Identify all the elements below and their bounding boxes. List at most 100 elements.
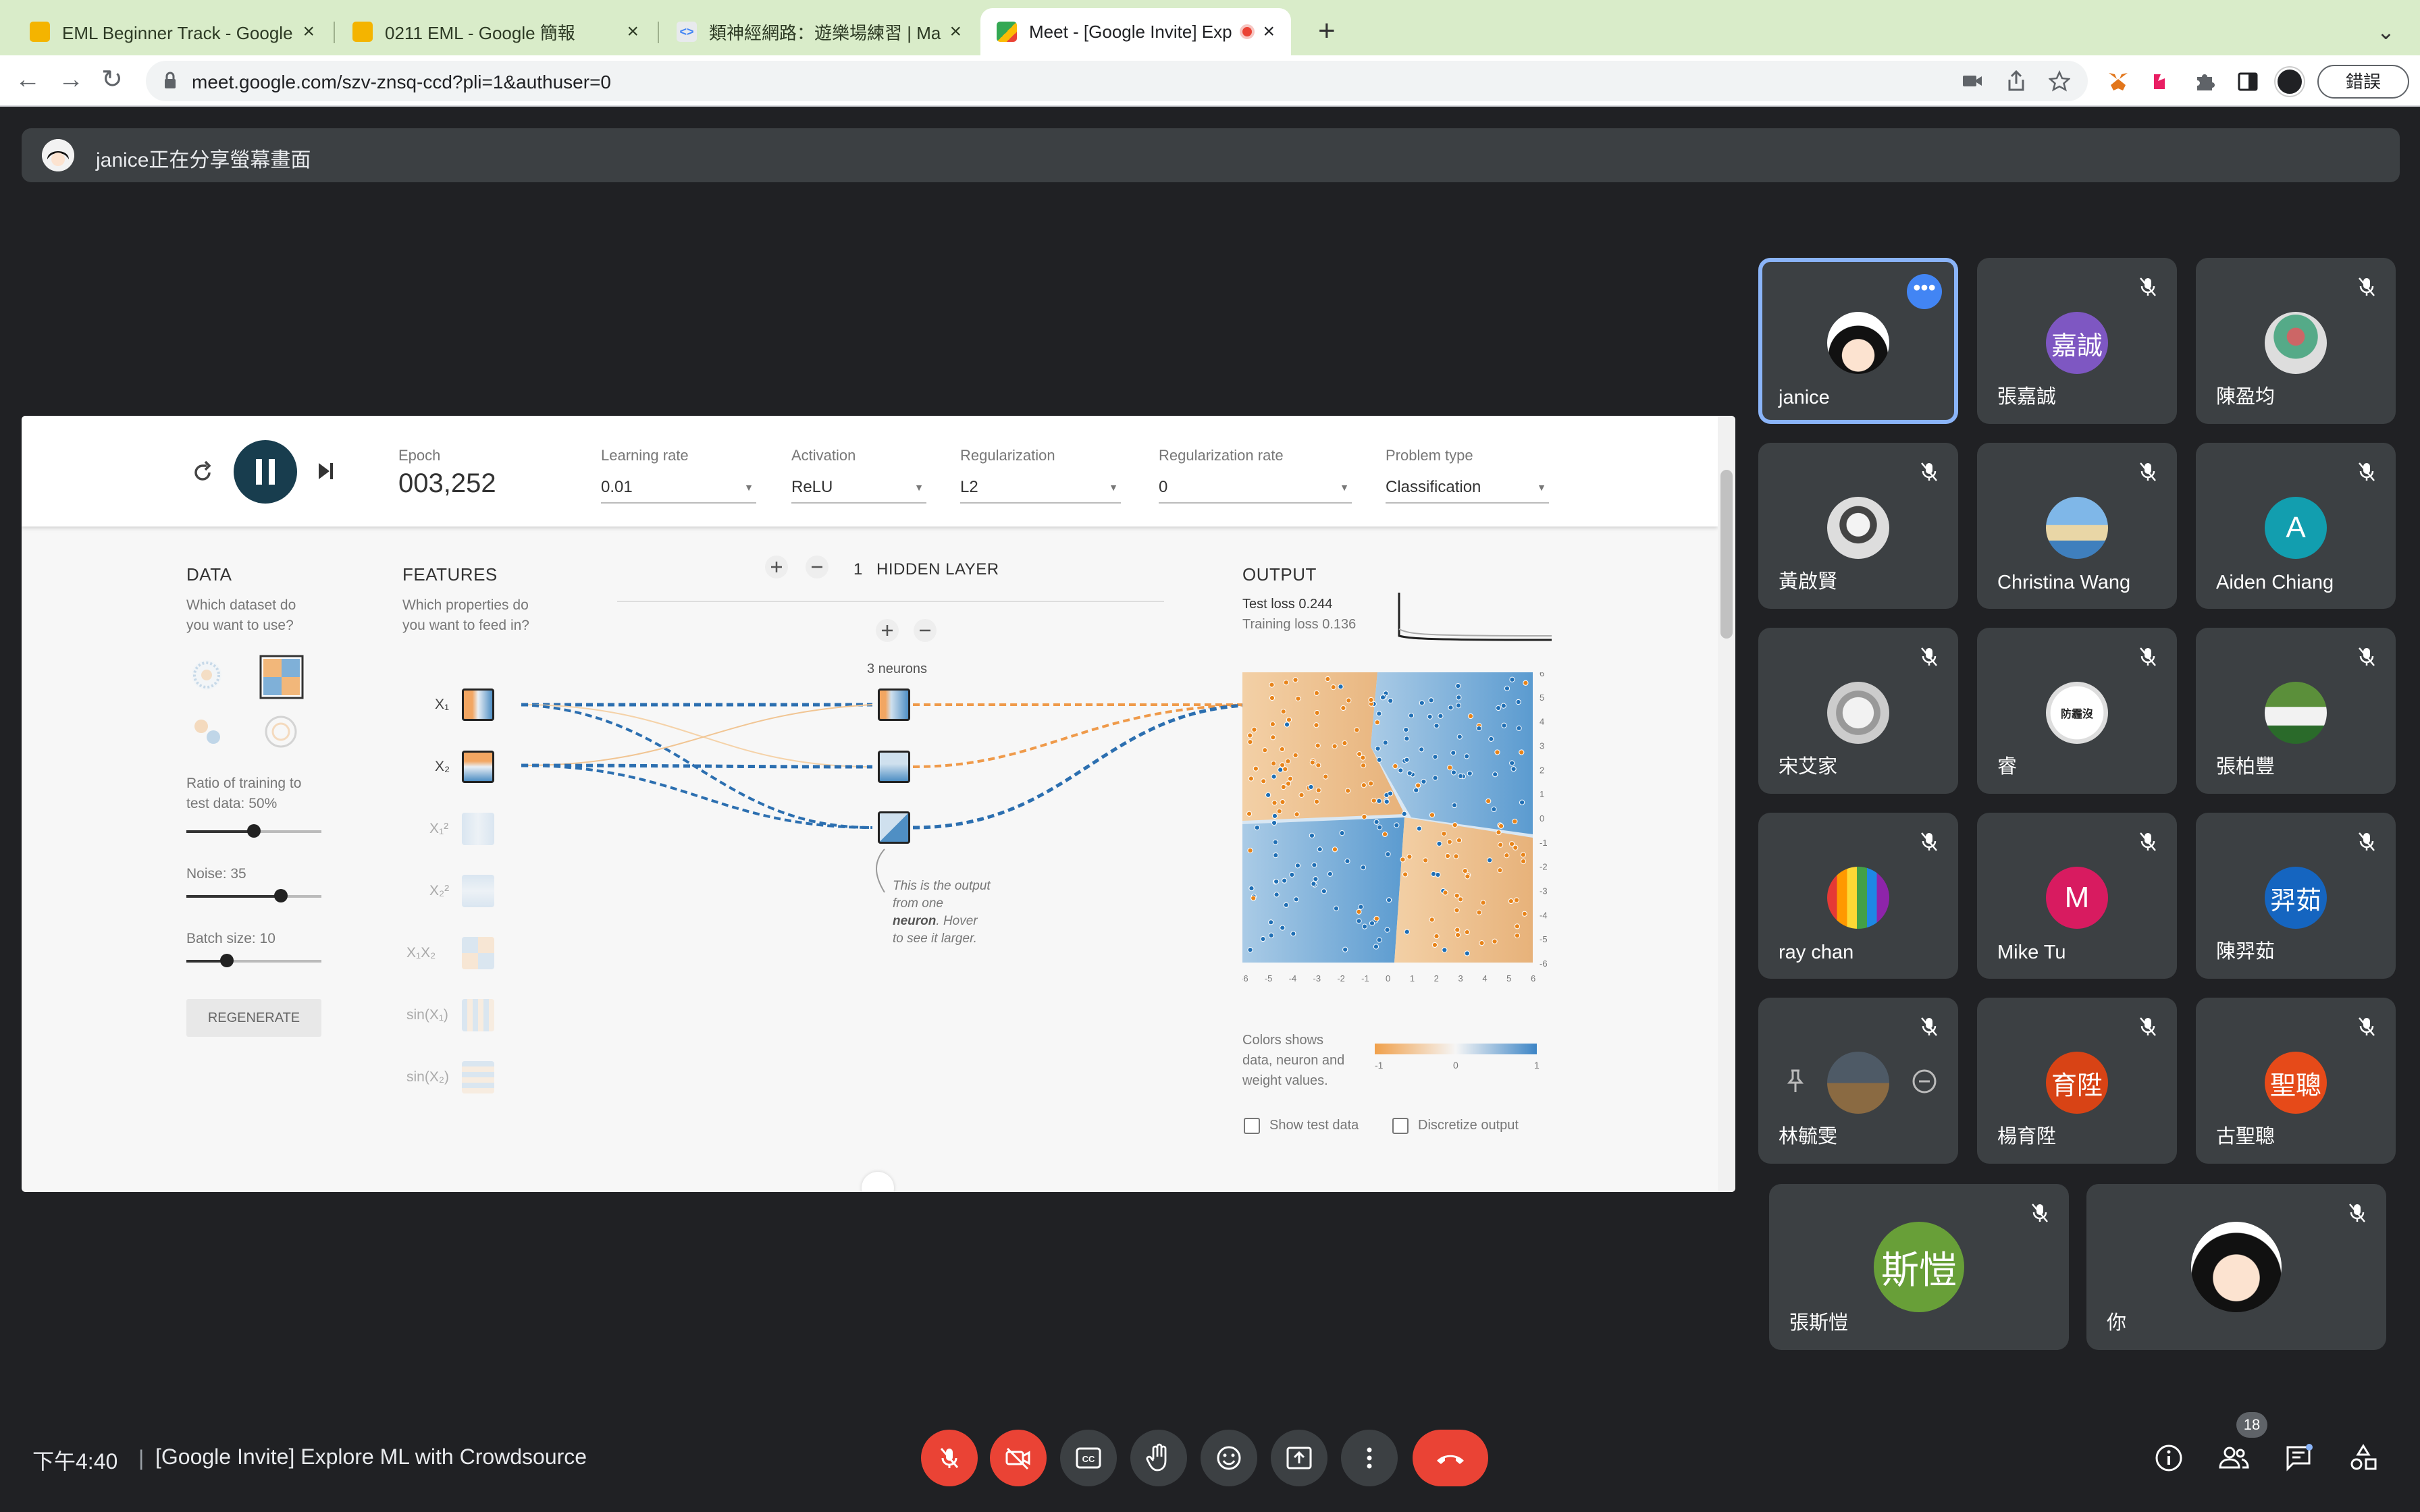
participant-tile[interactable]: 防霾沒睿 [1977, 628, 2177, 794]
extension-icon[interactable] [2150, 70, 2173, 93]
browser-tab-eml-track[interactable]: EML Beginner Track - Google 簡 × [14, 8, 331, 55]
feature-node[interactable] [462, 999, 494, 1031]
participant-tile[interactable]: M Mike Tu [1977, 813, 2177, 979]
mic-off-icon [940, 1448, 959, 1468]
error-button[interactable]: 錯誤 [2317, 65, 2409, 99]
participant-tile[interactable]: 黃啟賢 [1758, 443, 1958, 609]
close-tab-icon[interactable]: × [1263, 20, 1275, 43]
participant-tile[interactable]: 宋艾家 [1758, 628, 1958, 794]
feature-node[interactable] [462, 937, 494, 969]
spiral-dataset-icon[interactable] [265, 716, 297, 748]
leave-call-button[interactable] [1413, 1430, 1488, 1486]
close-tab-icon[interactable]: × [302, 20, 315, 43]
playground-scrollbar[interactable] [1718, 416, 1735, 1192]
activation-select[interactable]: ReLU ▼ [791, 478, 926, 504]
regularization-select[interactable]: L2 ▼ [960, 478, 1121, 504]
feature-node[interactable] [462, 875, 494, 907]
metamask-extension-icon[interactable] [2107, 70, 2130, 93]
camera-off-button[interactable] [990, 1430, 1047, 1486]
neuron-2[interactable] [878, 751, 910, 783]
page-control-dot[interactable] [862, 1172, 894, 1192]
participant-tile[interactable]: janice ••• [1758, 258, 1958, 424]
camera-blocked-icon[interactable] [1962, 73, 1982, 89]
participants-button[interactable] [2216, 1440, 2251, 1476]
batch-size-slider[interactable] [186, 954, 321, 967]
participant-tile[interactable]: 聖聰 古聖聰 [2196, 998, 2396, 1164]
close-tab-icon[interactable]: × [949, 20, 962, 43]
participant-tile[interactable]: 陳盈均 [2196, 258, 2396, 424]
address-bar[interactable]: meet.google.com/szv-znsq-ccd?pli=1&authu… [146, 61, 2088, 101]
circle-dataset-icon[interactable] [192, 660, 221, 690]
data-point [1273, 878, 1280, 885]
participant-tile[interactable]: Christina Wang [1977, 443, 2177, 609]
noise-slider[interactable] [186, 889, 321, 902]
learning-rate-select[interactable]: 0.01 ▼ [601, 478, 756, 504]
feature-node[interactable] [462, 813, 494, 845]
hidden-layer-heading: HIDDEN LAYER [876, 560, 999, 578]
bookmark-star-icon[interactable] [2049, 70, 2070, 92]
meeting-details-button[interactable] [2151, 1440, 2186, 1476]
participant-tile[interactable]: 林毓雯 [1758, 998, 1958, 1164]
participant-tile[interactable]: ray chan [1758, 813, 1958, 979]
regenerate-button[interactable]: REGENERATE [186, 999, 321, 1037]
ratio-slider[interactable] [186, 824, 321, 838]
neuron-1[interactable] [878, 688, 910, 721]
add-neuron-button[interactable] [875, 618, 899, 643]
remove-layer-button[interactable] [805, 555, 829, 579]
shared-screen-playground[interactable]: Epoch 003,252 Learning rate 0.01 ▼ Activa… [22, 416, 1735, 1192]
more-options-icon[interactable]: ••• [1907, 274, 1942, 309]
remove-neuron-button[interactable] [913, 618, 937, 643]
captions-button[interactable]: CC [1060, 1430, 1117, 1486]
puzzle-extensions-icon[interactable] [2193, 70, 2216, 93]
feature-node[interactable] [462, 751, 494, 783]
participant-tile[interactable]: 張柏豐 [2196, 628, 2396, 794]
neuron-3[interactable] [878, 811, 910, 844]
feature-node[interactable] [462, 1061, 494, 1094]
pause-button[interactable] [234, 440, 297, 504]
close-tab-icon[interactable]: × [627, 20, 639, 43]
browser-tab-meet[interactable]: Meet - [Google Invite] Explore ML × [980, 8, 1291, 55]
forward-arrow-icon[interactable]: → [58, 65, 84, 94]
xor-dataset-icon[interactable] [259, 655, 304, 699]
profile-avatar[interactable] [2276, 68, 2304, 96]
browser-tab-eml-slides[interactable]: 0211 EML - Google 簡報 × [336, 8, 655, 55]
pin-icon[interactable] [1785, 1068, 1806, 1095]
slider-knob[interactable] [220, 954, 234, 967]
share-icon[interactable] [2007, 70, 2026, 92]
reload-icon[interactable]: ↻ [101, 65, 123, 94]
reset-icon[interactable] [190, 458, 215, 485]
gaussian-dataset-icon[interactable] [194, 720, 220, 744]
scrollbar-thumb[interactable] [1720, 470, 1733, 639]
remove-participant-icon[interactable] [1911, 1068, 1938, 1095]
activities-button[interactable] [2346, 1440, 2381, 1476]
feature-node[interactable] [462, 688, 494, 721]
data-point [1374, 720, 1380, 726]
participant-tile[interactable]: A Aiden Chiang [2196, 443, 2396, 609]
participant-tile[interactable]: 羿茹 陳羿茹 [2196, 813, 2396, 979]
new-tab-button[interactable]: + [1318, 16, 1336, 46]
participant-tile[interactable]: 斯愷 張斯愷 [1769, 1184, 2069, 1350]
participant-tile[interactable]: 嘉誠 張嘉誠 [1977, 258, 2177, 424]
chat-button[interactable] [2281, 1440, 2316, 1476]
step-forward-icon[interactable] [316, 460, 336, 482]
output-heatmap[interactable]: 6 5 4 3 2 1 0 -1 -2 -3 -4 -5 -6 -6 -5 -4 -3 -2 -1 0 1 2 3 4 5 6 [1242, 672, 1567, 1010]
participant-tile[interactable]: 育陞 楊育陞 [1977, 998, 2177, 1164]
show-test-data-checkbox[interactable] [1244, 1118, 1260, 1134]
more-options-button[interactable] [1341, 1430, 1398, 1486]
side-panel-icon[interactable] [2236, 70, 2259, 93]
browser-tab-playground[interactable]: <> 類神經網路：遊樂場練習 | Machine Learning × [660, 8, 978, 55]
microphone-off-button[interactable] [921, 1430, 978, 1486]
chevron-down-icon[interactable]: ⌄ [2377, 19, 2395, 45]
participant-tile[interactable]: 你 [2086, 1184, 2386, 1350]
back-arrow-icon[interactable]: ← [15, 65, 41, 94]
add-layer-button[interactable] [764, 555, 789, 579]
slider-knob[interactable] [274, 889, 288, 902]
regularization-rate-select[interactable]: 0 ▼ [1159, 478, 1352, 504]
slider-knob[interactable] [247, 824, 261, 838]
present-screen-button[interactable] [1271, 1430, 1327, 1486]
emoji-reactions-button[interactable] [1201, 1430, 1257, 1486]
discretize-output-checkbox[interactable] [1392, 1118, 1409, 1134]
problem-type-select[interactable]: Classification ▼ [1386, 478, 1549, 504]
raise-hand-button[interactable] [1130, 1430, 1187, 1486]
dataset-selector[interactable] [186, 655, 319, 763]
